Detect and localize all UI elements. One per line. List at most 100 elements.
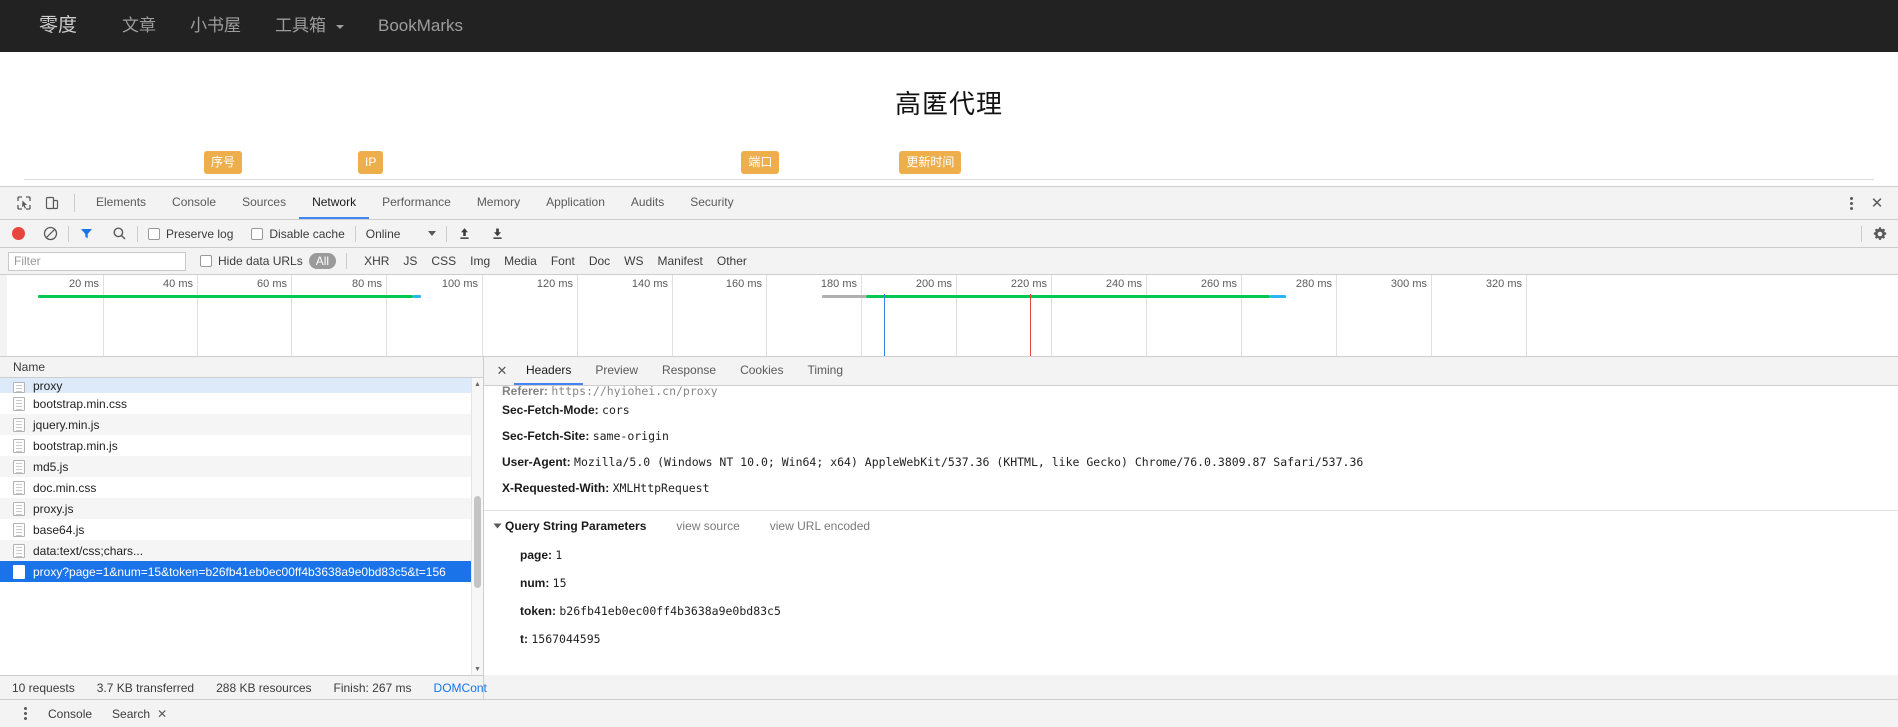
import-har-button[interactable] <box>457 226 472 241</box>
tab-security[interactable]: Security <box>677 187 746 219</box>
tab-console[interactable]: Console <box>159 187 229 219</box>
request-name: doc.min.css <box>33 480 97 495</box>
table-row[interactable]: proxy <box>0 378 483 393</box>
search-button[interactable] <box>112 226 127 241</box>
inspect-element-icon[interactable] <box>10 187 38 219</box>
filter-toggle-button[interactable] <box>79 226 94 241</box>
filter-type-manifest[interactable]: Manifest <box>651 253 710 269</box>
nav-item-bookstore[interactable]: 小书屋 <box>173 0 258 52</box>
detail-tab-response[interactable]: Response <box>650 357 728 385</box>
filter-type-js[interactable]: JS <box>396 253 424 269</box>
filter-type-ws[interactable]: WS <box>617 253 650 269</box>
param-value: 1 <box>555 548 563 562</box>
table-row[interactable]: data:text/css;chars... <box>0 540 483 561</box>
nav-item-articles[interactable]: 文章 <box>105 0 173 52</box>
timeline-tick: 280 ms <box>1295 278 1332 290</box>
filter-type-label: All <box>315 254 330 268</box>
table-row[interactable]: bootstrap.min.css <box>0 393 483 414</box>
throttling-select[interactable]: Online <box>366 227 437 241</box>
network-overview-timeline[interactable]: 20 ms 40 ms 60 ms 80 ms 100 ms 120 ms 14… <box>0 275 1898 357</box>
filter-type-other[interactable]: Other <box>710 253 754 269</box>
nav-item-brand[interactable]: 零度 <box>22 0 105 52</box>
disable-cache-checkbox[interactable]: Disable cache <box>251 226 345 241</box>
filter-type-all[interactable]: All <box>308 253 337 269</box>
tab-audits[interactable]: Audits <box>618 187 677 219</box>
drawer-tab-search[interactable]: Search ✕ <box>102 707 177 721</box>
tab-memory[interactable]: Memory <box>464 187 533 219</box>
drawer-tab-console[interactable]: Console <box>38 707 102 721</box>
toolbar-divider <box>446 225 448 242</box>
disable-cache-label: Disable cache <box>269 226 345 241</box>
table-row[interactable]: jquery.min.js <box>0 414 483 435</box>
tab-label: Preview <box>595 363 639 377</box>
request-list-header[interactable]: Name <box>0 357 483 378</box>
detail-tab-timing[interactable]: Timing <box>795 357 855 385</box>
timeline-tick: 260 ms <box>1200 278 1237 290</box>
filter-input[interactable] <box>8 251 186 271</box>
nav-item-bookmarks[interactable]: BookMarks <box>361 0 480 52</box>
scroll-up-icon[interactable]: ▲ <box>472 378 483 390</box>
scroll-down-icon[interactable]: ▼ <box>472 663 483 675</box>
tab-application[interactable]: Application <box>533 187 618 219</box>
settings-button[interactable] <box>1872 226 1888 242</box>
more-options-icon[interactable] <box>1838 196 1864 210</box>
filter-type-media[interactable]: Media <box>497 253 544 269</box>
close-detail-icon[interactable]: ✕ <box>490 363 514 379</box>
nav-item-toolbox[interactable]: 工具箱 <box>258 0 361 52</box>
export-har-button[interactable] <box>490 226 505 241</box>
table-row[interactable]: proxy?page=1&num=15&token=b26fb41eb0ec00… <box>0 561 483 582</box>
header-row-sec-fetch-mode: Sec-Fetch-Mode: cors <box>502 397 1898 423</box>
tab-network[interactable]: Network <box>299 187 370 219</box>
detail-tab-headers[interactable]: Headers <box>514 357 584 385</box>
table-row[interactable]: bootstrap.min.js <box>0 435 483 456</box>
filter-type-font[interactable]: Font <box>544 253 582 269</box>
document-icon <box>13 480 25 495</box>
site-navbar: 零度 文章 小书屋 工具箱 BookMarks <box>0 0 1898 52</box>
tab-label: Elements <box>96 195 147 209</box>
disclosure-triangle-icon[interactable] <box>493 523 502 529</box>
request-name: bootstrap.min.js <box>33 438 118 453</box>
table-row[interactable]: proxy.js <box>0 498 483 519</box>
clear-button[interactable] <box>43 226 58 241</box>
filter-type-doc[interactable]: Doc <box>582 253 617 269</box>
th-ip: IP <box>358 150 384 174</box>
device-toolbar-icon[interactable] <box>38 187 66 219</box>
header-key: X-Requested-With: <box>502 481 610 495</box>
close-icon[interactable]: ✕ <box>157 707 167 721</box>
table-row[interactable]: base64.js <box>0 519 483 540</box>
filter-type-xhr[interactable]: XHR <box>357 253 396 269</box>
timeline-tick: 80 ms <box>352 278 382 290</box>
header-row-user-agent: User-Agent: Mozilla/5.0 (Windows NT 10.0… <box>502 449 1898 475</box>
preserve-log-checkbox[interactable]: Preserve log <box>148 227 233 241</box>
filter-type-label: Img <box>470 254 491 268</box>
request-headers-body[interactable]: Referer: https://hyiohei.cn/proxy Sec-Fe… <box>484 386 1898 675</box>
tab-performance[interactable]: Performance <box>369 187 464 219</box>
table-row[interactable]: doc.min.css <box>0 477 483 498</box>
view-source-link[interactable]: view source <box>676 511 739 541</box>
request-list[interactable]: proxy bootstrap.min.css jquery.min.js bo… <box>0 378 483 675</box>
hide-data-urls-checkbox[interactable]: Hide data URLs <box>200 254 303 268</box>
filter-type-img[interactable]: Img <box>463 253 497 269</box>
view-url-encoded-link[interactable]: view URL encoded <box>770 511 870 541</box>
filter-type-css[interactable]: CSS <box>424 253 463 269</box>
th-index-badge: 序号 <box>204 150 243 174</box>
drawer-more-options-icon[interactable] <box>12 707 38 720</box>
status-dom-content-loaded: DOMCont <box>433 680 487 695</box>
tab-label: Memory <box>476 195 521 209</box>
request-list-scrollbar[interactable]: ▲ ▼ <box>471 378 483 675</box>
query-string-parameters-header[interactable]: Query String Parameters view source view… <box>493 511 1898 541</box>
detail-tab-preview[interactable]: Preview <box>583 357 650 385</box>
param-value: b26fb41eb0ec00ff4b3638a9e0bd83c5 <box>559 604 781 618</box>
table-row[interactable]: md5.js <box>0 456 483 477</box>
tab-sources[interactable]: Sources <box>229 187 299 219</box>
record-button[interactable] <box>12 227 25 240</box>
close-devtools-icon[interactable]: ✕ <box>1864 196 1890 211</box>
detail-tab-cookies[interactable]: Cookies <box>728 357 795 385</box>
timeline-tick: 220 ms <box>1010 278 1047 290</box>
request-name: proxy?page=1&num=15&token=b26fb41eb0ec00… <box>33 564 446 579</box>
header-row-sec-fetch-site: Sec-Fetch-Site: same-origin <box>502 423 1898 449</box>
timeline-tick: 40 ms <box>163 278 193 290</box>
th-port-badge: 端口 <box>741 150 780 174</box>
scrollbar-thumb[interactable] <box>474 496 481 588</box>
tab-elements[interactable]: Elements <box>83 187 159 219</box>
